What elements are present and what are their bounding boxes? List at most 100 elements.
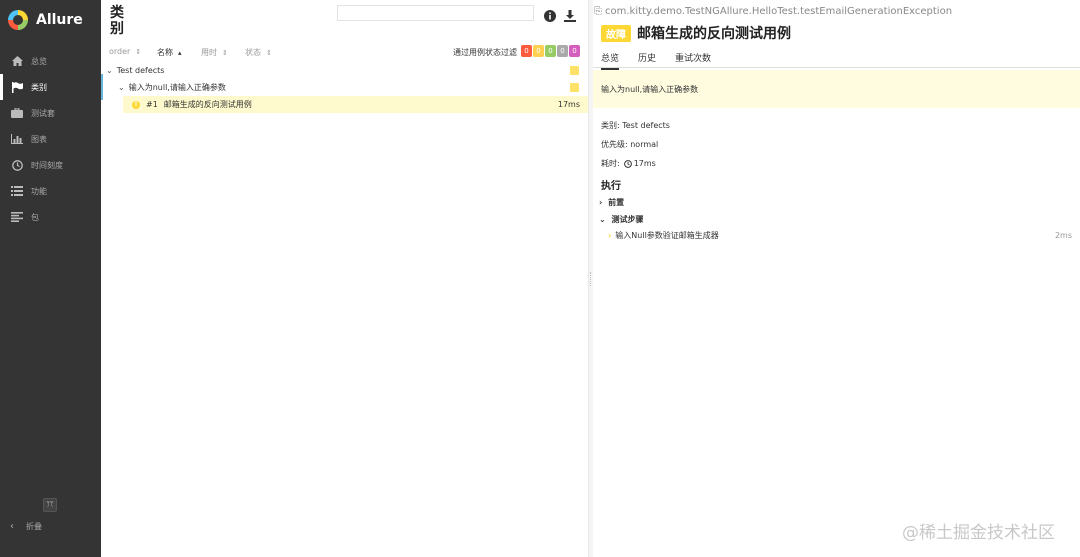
tree-group[interactable]: ⌄ Test defects [101, 62, 588, 79]
chevron-down-icon: ⌄ [599, 215, 606, 224]
sort-icon: ⇕ [135, 48, 142, 56]
tree-group-label: Test defects [116, 66, 165, 75]
search-input[interactable] [337, 5, 534, 21]
tree-subgroup-label: 输入为null,请输入正确参数 [128, 83, 226, 92]
broken-marker [570, 66, 579, 75]
category-tree: ⌄ Test defects ⌄ 输入为null,请输入正确参数 ! #1 邮箱… [101, 62, 588, 113]
steps-label: 测试步骤 [611, 215, 644, 224]
execution-heading: 执行 [601, 181, 621, 192]
sidebar-item-label: 功能 [31, 186, 47, 196]
broken-marker [570, 83, 579, 92]
download-icon[interactable] [564, 7, 576, 22]
failed-filter-badge[interactable]: 0 [521, 45, 532, 57]
sort-duration-label: 用时 [201, 48, 217, 57]
skipped-filter-badge[interactable]: 0 [557, 45, 568, 57]
language-icon[interactable]: ꔫ [43, 498, 57, 512]
test-number: #1 [146, 100, 158, 109]
tab-overview[interactable]: 总览 [601, 51, 620, 70]
test-detail-pane: ⎘ com.kitty.demo.TestNGAllure.HelloTest.… [593, 0, 1080, 557]
duration-label: 耗时: [601, 159, 620, 168]
clock-icon [623, 159, 632, 168]
unknown-filter-badge[interactable]: 0 [569, 45, 580, 57]
sidebar-item-label: 类别 [31, 82, 47, 92]
sort-asc-icon: ▴ [178, 49, 182, 57]
status-filter-badges: 0 0 0 0 0 [521, 45, 581, 57]
page-title: 类别 [110, 5, 124, 37]
severity-info: 优先级: normal [601, 140, 659, 149]
test-step[interactable]: › 输入Null参数验证邮箱生成器 2ms [608, 230, 1072, 241]
watermark: @稀土掘金技术社区 [902, 523, 1055, 543]
sidebar-nav: 总览 类别 测试套 图表 时间刻度 功能 包 [0, 48, 101, 230]
status-filter-label: 通过用例状态过滤 [453, 48, 517, 57]
sort-icon: ⇕ [266, 49, 272, 57]
collapse-button[interactable]: ‹ 折叠 [10, 518, 42, 534]
detail-tabs: 总览 历史 重试次数 [593, 49, 1080, 70]
sort-order-label: order [109, 47, 131, 56]
clock-icon [10, 158, 24, 172]
test-title-row: 故障 邮箱生成的反向测试用例 [601, 23, 791, 43]
categories-pane: 类别 order ⇕ 名称 ▴ 用时 ⇕ 状态 ⇕ 通过用例状态过滤 0 0 0 0 0 [101, 0, 588, 557]
step-duration: 2ms [1054, 231, 1072, 240]
chevron-right-icon: › [599, 198, 603, 207]
align-left-icon [10, 210, 24, 224]
test-fullname-text: com.kitty.demo.TestNGAllure.HelloTest.te… [605, 6, 953, 17]
sidebar-item-label: 图表 [31, 134, 47, 144]
test-name: 邮箱生成的反向测试用例 [163, 100, 252, 109]
sidebar-item-label: 总览 [31, 56, 47, 66]
chevron-right-icon: › [608, 231, 612, 240]
chevron-down-icon: ⌄ [118, 83, 125, 92]
list-icon [10, 184, 24, 198]
test-duration: 17ms [557, 100, 580, 109]
sidebar-item-label: 测试套 [31, 108, 55, 118]
sort-name[interactable]: 名称 ▴ [157, 47, 182, 58]
info-icon[interactable] [544, 7, 556, 22]
sidebar: Allure 总览 类别 测试套 图表 时间刻度 功能 包 ꔫ ‹ 折叠 [0, 0, 101, 557]
copy-icon[interactable]: ⎘ [594, 6, 602, 17]
error-message-text: 输入为null,请输入正确参数 [601, 85, 699, 94]
sidebar-item-overview[interactable]: 总览 [0, 48, 101, 74]
brand-name: Allure [36, 12, 83, 28]
step-name: 输入Null参数验证邮箱生成器 [615, 231, 719, 240]
sidebar-item-timeline[interactable]: 时间刻度 [0, 152, 101, 178]
setup-label: 前置 [608, 198, 625, 207]
status-badge: 故障 [601, 24, 631, 42]
chevron-left-icon: ‹ [10, 520, 14, 532]
steps-toggle[interactable]: ⌄ 测试步骤 [599, 214, 644, 225]
sidebar-item-packages[interactable]: 包 [0, 204, 101, 230]
tab-retries[interactable]: 重试次数 [675, 51, 711, 68]
sort-order[interactable]: order ⇕ [109, 47, 141, 56]
sort-icon: ⇕ [222, 49, 228, 57]
broken-filter-badge[interactable]: 0 [533, 45, 544, 57]
duration-info: 耗时: 17ms [601, 158, 656, 169]
briefcase-icon [10, 106, 24, 120]
setup-toggle[interactable]: › 前置 [599, 197, 624, 208]
sort-duration[interactable]: 用时 ⇕ [201, 47, 228, 58]
allure-report: Allure 总览 类别 测试套 图表 时间刻度 功能 包 ꔫ ‹ 折叠 类别 … [0, 0, 1080, 557]
brand[interactable]: Allure [8, 8, 83, 32]
sidebar-item-categories[interactable]: 类别 [0, 74, 101, 100]
sort-status[interactable]: 状态 ⇕ [245, 47, 272, 58]
tree-subgroup[interactable]: ⌄ 输入为null,请输入正确参数 [101, 79, 588, 96]
splitter-grip[interactable] [590, 272, 591, 286]
home-icon [10, 54, 24, 68]
category-info: 类别: Test defects [601, 121, 670, 130]
duration-value: 17ms [633, 159, 656, 168]
sidebar-item-graphs[interactable]: 图表 [0, 126, 101, 152]
sidebar-item-behaviors[interactable]: 功能 [0, 178, 101, 204]
sidebar-item-label: 包 [31, 212, 39, 222]
flag-icon [10, 80, 24, 94]
tab-history[interactable]: 历史 [638, 51, 656, 68]
sort-status-label: 状态 [245, 48, 261, 57]
passed-filter-badge[interactable]: 0 [545, 45, 556, 57]
sort-toolbar: order ⇕ 名称 ▴ 用时 ⇕ 状态 ⇕ 通过用例状态过滤 0 0 0 0 0 [101, 44, 588, 60]
sidebar-item-suites[interactable]: 测试套 [0, 100, 101, 126]
sidebar-item-label: 时间刻度 [31, 160, 63, 170]
broken-status-icon: ! [132, 100, 140, 109]
tree-leaf[interactable]: ! #1 邮箱生成的反向测试用例 17ms [123, 96, 588, 113]
bar-chart-icon [10, 132, 24, 146]
sort-name-label: 名称 [157, 48, 173, 57]
test-title: 邮箱生成的反向测试用例 [637, 26, 791, 42]
allure-logo-icon [8, 10, 28, 30]
error-message[interactable]: 输入为null,请输入正确参数 [593, 70, 1080, 108]
chevron-down-icon: ⌄ [106, 66, 113, 75]
